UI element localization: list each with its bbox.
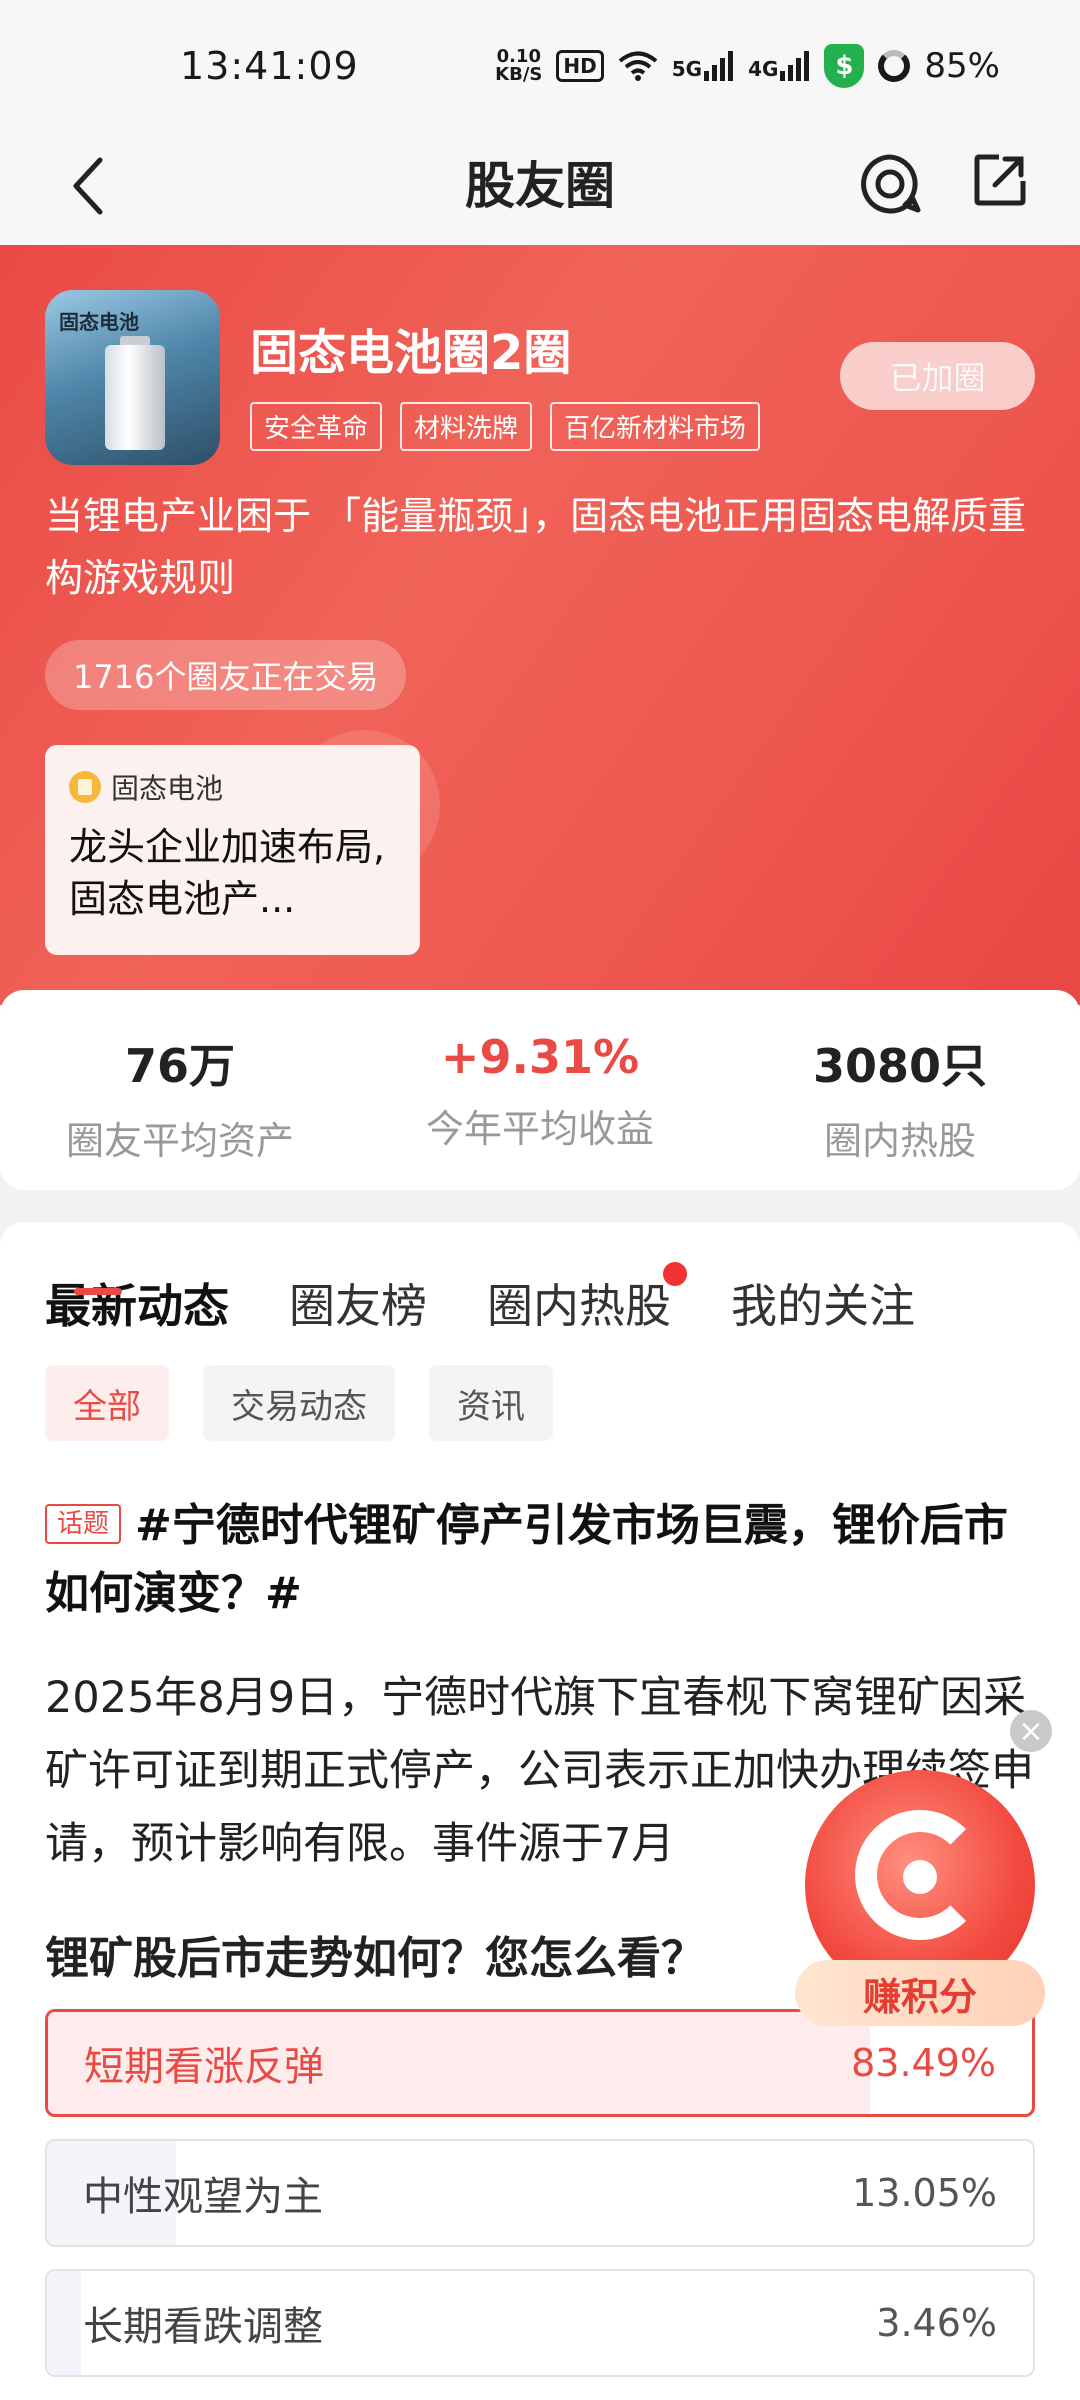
net-speed: 0.10 KB/S: [495, 46, 543, 85]
post-topic[interactable]: 话题 #宁德时代锂矿停产引发市场巨震，锂价后市如何演变？#: [45, 1492, 1045, 1628]
poll-option-label: 长期看跌调整: [83, 2304, 323, 2350]
news-card-source: 固态电池: [111, 772, 224, 805]
news-card[interactable]: 固态电池 龙头企业加速布局, 固态电池产...: [45, 745, 420, 955]
signal-4g-icon: 4G: [748, 51, 810, 81]
poll-option[interactable]: 中性观望为主 13.05%: [45, 2139, 1035, 2247]
active-tab-indicator: [74, 1288, 122, 1295]
stat-hot-stocks[interactable]: 3080只 圈内热股: [720, 990, 1080, 1190]
earn-points-label: 赚积分: [795, 1960, 1045, 2026]
battery-graphic: [105, 345, 165, 450]
poll-fill-bar: [47, 2271, 82, 2375]
circle-description: 当锂电产业困于 「能量瓶颈」，固态电池正用固态电解质重构游戏规则: [45, 494, 1027, 600]
joined-button[interactable]: 已加圈: [840, 342, 1035, 410]
security-shield-icon: $: [824, 44, 865, 88]
close-floating-button[interactable]: ×: [1010, 1710, 1052, 1752]
feed-tabs: 最新动态 圈友榜 圈内热股 我的关注: [45, 1262, 915, 1336]
app-header: 股友圈: [0, 130, 1080, 245]
feed-filters: 全部 交易动态 资讯: [45, 1365, 553, 1441]
battery-icon: [878, 50, 911, 82]
avatar-label: 固态电池: [59, 310, 139, 334]
stat-average-assets[interactable]: 76万 圈友平均资产: [0, 990, 360, 1190]
wifi-icon: [618, 51, 658, 81]
stat-label: 今年平均收益: [425, 1107, 654, 1151]
notification-dot: [663, 1262, 687, 1286]
status-time: 13:41:09: [180, 44, 359, 88]
poll-option[interactable]: 长期看跌调整 3.46%: [45, 2269, 1035, 2377]
poll-option-percent: 3.46%: [876, 2301, 997, 2345]
circle-tags: 安全革命 材料洗牌 百亿新材料市场: [250, 402, 761, 451]
news-card-title: 龙头企业加速布局, 固态电池产...: [69, 825, 386, 921]
share-icon: [974, 154, 1026, 206]
filter-all[interactable]: 全部: [45, 1365, 169, 1441]
members-trading-pill[interactable]: 1716个圈友正在交易: [45, 640, 407, 710]
circle-stats: 76万 圈友平均资产 +9.31% 今年平均收益 3080只 圈内热股: [0, 990, 1080, 1190]
document-coin-icon: [69, 771, 101, 803]
stat-label: 圈友平均资产: [65, 1119, 294, 1163]
tab-latest[interactable]: 最新动态: [45, 1270, 229, 1336]
stat-label: 圈内热股: [823, 1119, 976, 1163]
filter-news[interactable]: 资讯: [429, 1365, 553, 1441]
chat-smile-icon: [861, 154, 921, 214]
circle-avatar: 固态电池: [45, 290, 220, 465]
circle-name: 固态电池圈2圈: [250, 325, 572, 381]
circle-tag[interactable]: 安全革命: [250, 402, 383, 451]
tab-members-ranking[interactable]: 圈友榜: [289, 1270, 427, 1336]
status-icons: 0.10 KB/S HD 5G 4G $ 85%: [495, 44, 1000, 88]
circle-tag[interactable]: 材料洗牌: [400, 402, 533, 451]
stat-average-return[interactable]: +9.31% 今年平均收益: [360, 990, 720, 1190]
signal-5g-icon: 5G: [672, 51, 734, 81]
tab-hot-stocks[interactable]: 圈内热股: [487, 1262, 687, 1336]
tab-my-follows[interactable]: 我的关注: [731, 1270, 915, 1336]
circle-banner: 固态电池 固态电池圈2圈 安全革命 材料洗牌 百亿新材料市场 已加圈 当锂电产业…: [0, 245, 1080, 1005]
topic-badge: 话题: [45, 1504, 122, 1544]
poll-option-label: 中性观望为主: [83, 2174, 323, 2220]
circle-tag[interactable]: 百亿新材料市场: [550, 402, 761, 451]
customer-service-button[interactable]: [855, 144, 925, 224]
share-button[interactable]: [965, 140, 1035, 220]
poll-question: 锂矿股后市走势如何？您怎么看？: [45, 1933, 705, 1984]
filter-trade-activity[interactable]: 交易动态: [203, 1365, 395, 1441]
poll-option-label: 短期看涨反弹: [84, 2044, 324, 2090]
topic-title: #宁德时代锂矿停产引发市场巨震，锂价后市如何演变？#: [45, 1500, 1008, 1619]
poll-option-percent: 13.05%: [852, 2171, 997, 2215]
battery-percent: 85%: [924, 46, 1000, 86]
stat-value: 3080只: [812, 1039, 988, 1093]
stat-value: 76万: [124, 1039, 235, 1093]
points-dot-graphic: [903, 1860, 937, 1894]
earn-points-widget[interactable]: 赚积分: [795, 1770, 1045, 2030]
news-card-header: 固态电池: [69, 767, 396, 807]
stat-value: +9.31%: [440, 1030, 640, 1084]
status-bar: 13:41:09 0.10 KB/S HD 5G 4G $ 85%: [0, 0, 1080, 130]
hd-icon: HD: [556, 50, 604, 82]
